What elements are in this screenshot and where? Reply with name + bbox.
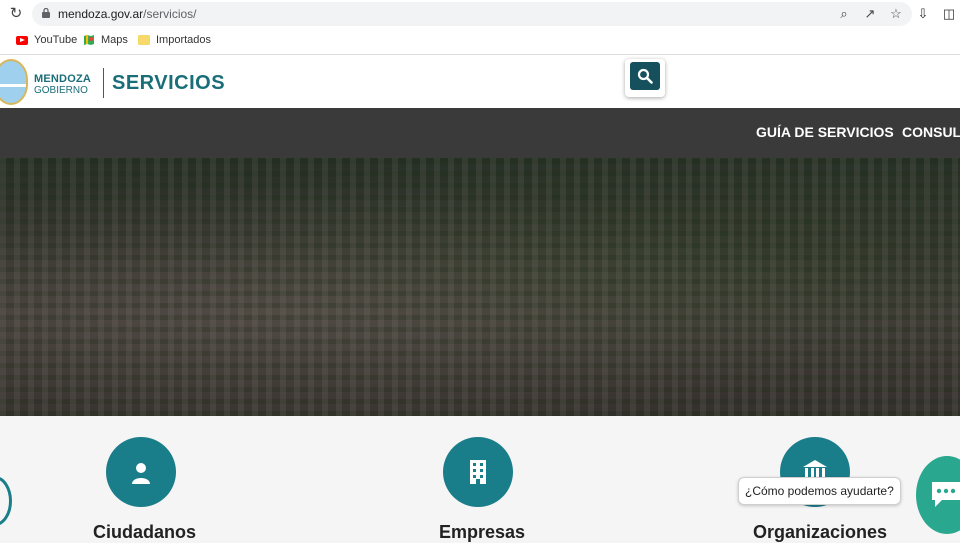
nav-consultas[interactable]: CONSULT [902, 124, 960, 140]
bookmark-label: Importados [156, 34, 212, 46]
bookmark-maps[interactable]: Maps [83, 34, 128, 46]
search-button[interactable] [625, 59, 665, 97]
youtube-icon [16, 35, 28, 45]
bookmark-importados[interactable]: Importados [138, 34, 211, 46]
url-domain: mendoza.gov.ar [58, 7, 144, 21]
building-icon [470, 460, 486, 484]
person-icon [132, 463, 150, 484]
maps-icon [84, 35, 94, 45]
address-bar[interactable]: mendoza.gov.ar/servicios/ ⌕ ↗ ☆ [32, 2, 912, 26]
chat-prompt-bubble[interactable]: ¿Cómo podemos ayudarte? [738, 477, 901, 505]
bookmarks-bar: YouTube Maps Importados [0, 28, 960, 55]
page-title[interactable]: SERVICIOS [112, 72, 225, 95]
brand-name[interactable]: MENDOZA [34, 73, 91, 85]
header-divider [103, 68, 104, 98]
coat-of-arms-logo[interactable] [0, 59, 28, 105]
folder-icon [138, 35, 150, 45]
chat-icon [932, 482, 960, 507]
bookmark-youtube[interactable]: YouTube [16, 34, 77, 46]
share-icon[interactable]: ↗ [862, 6, 878, 22]
hero-city-image [0, 158, 960, 416]
browser-toolbar: ↻ mendoza.gov.ar/servicios/ ⌕ ↗ ☆ ⇩ ◫ [0, 0, 960, 28]
accessibility-widget[interactable] [0, 476, 12, 526]
site-header: MENDOZA GOBIERNO SERVICIOS [0, 55, 960, 108]
main-nav: GUÍA DE SERVICIOS CONSULT [0, 108, 960, 158]
nav-guia-de-servicios[interactable]: GUÍA DE SERVICIOS [756, 124, 894, 140]
side-panel-icon[interactable]: ◫ [942, 6, 956, 22]
ciudadanos-button[interactable] [106, 437, 176, 507]
empresas-button[interactable] [443, 437, 513, 507]
bookmark-label: YouTube [34, 34, 78, 46]
bookmark-star-icon[interactable]: ☆ [888, 6, 904, 22]
brand-subtitle[interactable]: GOBIERNO [34, 85, 88, 96]
zoom-icon[interactable]: ⌕ [836, 6, 852, 22]
lock-icon [42, 8, 50, 18]
bookmark-label: Maps [101, 34, 128, 46]
url-path: /servicios/ [143, 7, 197, 21]
download-icon[interactable]: ⇩ [916, 6, 930, 22]
url-text[interactable]: mendoza.gov.ar/servicios/ [58, 7, 197, 21]
search-icon [637, 68, 653, 84]
reload-icon[interactable]: ↻ [8, 6, 24, 22]
